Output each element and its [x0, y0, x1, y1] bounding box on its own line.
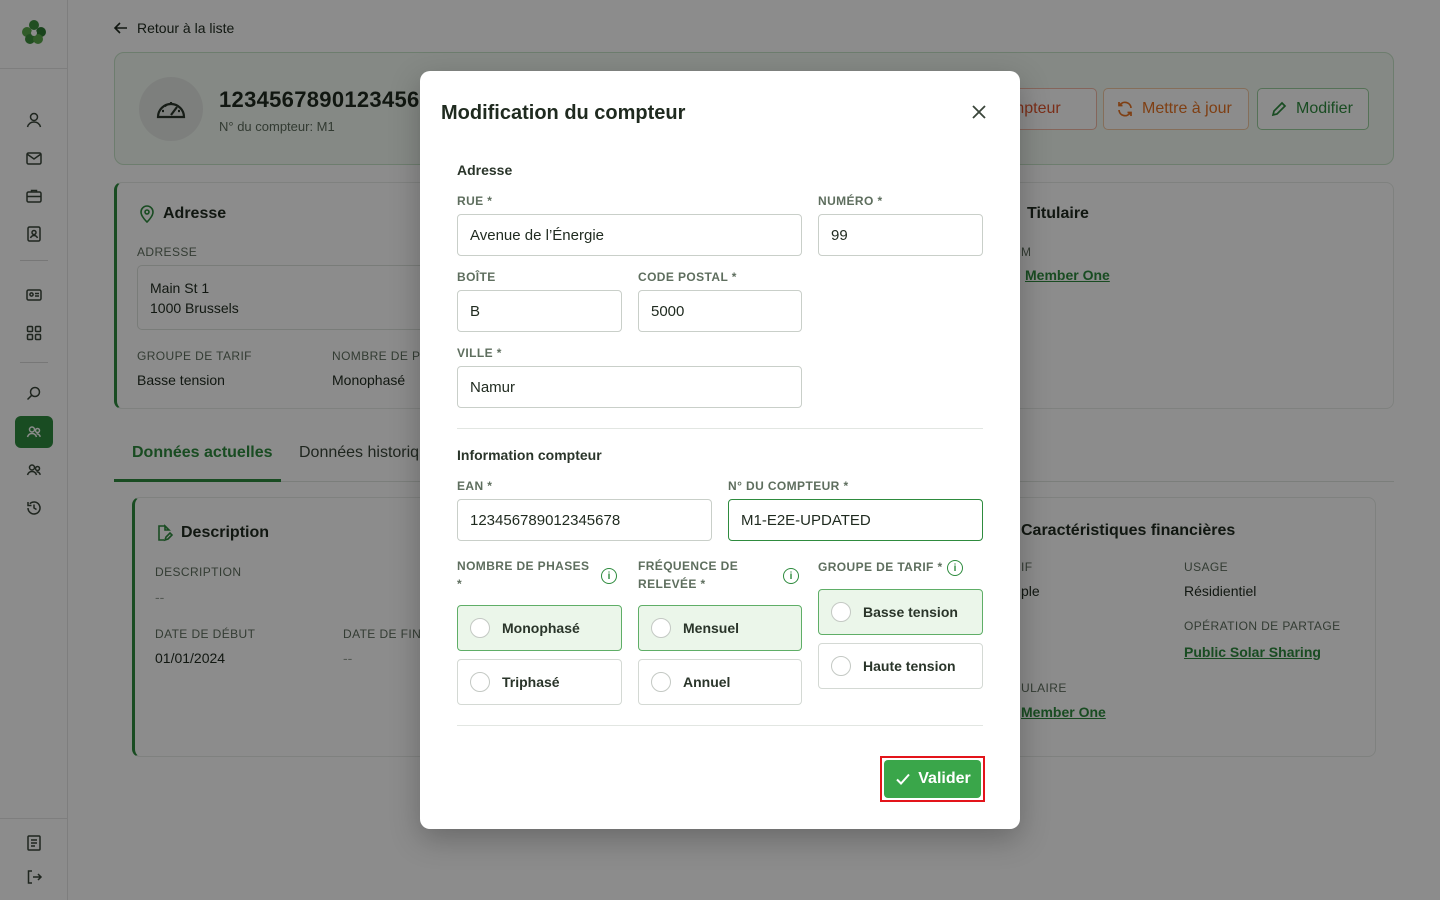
street-input[interactable]: [457, 214, 802, 256]
number-label: NUMÉRO *: [818, 194, 883, 208]
submit-button-label: Valider: [918, 770, 971, 787]
box-input[interactable]: [457, 290, 622, 332]
modal-title: Modification du compteur: [441, 102, 686, 124]
phase-option-tri-label: Triphasé: [502, 674, 560, 690]
footer-divider: [457, 725, 983, 726]
meter-number-label: N° DU COMPTEUR *: [728, 479, 849, 493]
phases-label: NOMBRE DE PHASES: [457, 559, 590, 573]
phase-option-mono-label: Monophasé: [502, 620, 580, 636]
radio-dot: [831, 656, 851, 676]
radio-dot: [831, 602, 851, 622]
phases-label-required: *: [457, 577, 463, 591]
postal-code-label: CODE POSTAL *: [638, 270, 737, 284]
meter-number-input[interactable]: [728, 499, 983, 541]
phase-option-tri[interactable]: Triphasé: [457, 659, 622, 705]
tarif-option-high[interactable]: Haute tension: [818, 643, 983, 689]
tarif-info-icon[interactable]: i: [947, 560, 963, 576]
radio-dot: [470, 672, 490, 692]
frequency-label: FRÉQUENCE DE: [638, 559, 739, 573]
street-label: RUE *: [457, 194, 493, 208]
frequency-option-annual-label: Annuel: [683, 674, 731, 690]
tarif-option-high-label: Haute tension: [863, 658, 956, 674]
frequency-label-line2: RELEVÉE *: [638, 577, 706, 591]
tarif-group-label: GROUPE DE TARIF *: [818, 560, 943, 574]
city-input[interactable]: [457, 366, 802, 408]
postal-code-input[interactable]: [638, 290, 802, 332]
address-section-title: Adresse: [457, 162, 513, 178]
radio-dot: [470, 618, 490, 638]
meter-section-title: Information compteur: [457, 447, 602, 463]
ean-input[interactable]: [457, 499, 712, 541]
phases-info-icon[interactable]: i: [601, 568, 617, 584]
phase-option-mono[interactable]: Monophasé: [457, 605, 622, 651]
frequency-info-icon[interactable]: i: [783, 568, 799, 584]
number-input[interactable]: [818, 214, 983, 256]
city-label: VILLE *: [457, 346, 502, 360]
close-button[interactable]: [968, 101, 990, 123]
tarif-option-low[interactable]: Basse tension: [818, 589, 983, 635]
check-icon: [896, 773, 910, 785]
frequency-option-monthly[interactable]: Mensuel: [638, 605, 802, 651]
frequency-option-monthly-label: Mensuel: [683, 620, 740, 636]
box-label: BOÎTE: [457, 270, 496, 284]
edit-meter-modal: Modification du compteur Adresse RUE * N…: [420, 71, 1020, 829]
section-divider: [457, 428, 983, 429]
radio-dot: [651, 672, 671, 692]
ean-label: EAN *: [457, 479, 493, 493]
submit-button[interactable]: Valider: [884, 760, 981, 798]
frequency-option-annual[interactable]: Annuel: [638, 659, 802, 705]
tarif-option-low-label: Basse tension: [863, 604, 958, 620]
submit-highlight: Valider: [880, 756, 985, 802]
close-icon: [972, 105, 986, 119]
radio-dot: [651, 618, 671, 638]
